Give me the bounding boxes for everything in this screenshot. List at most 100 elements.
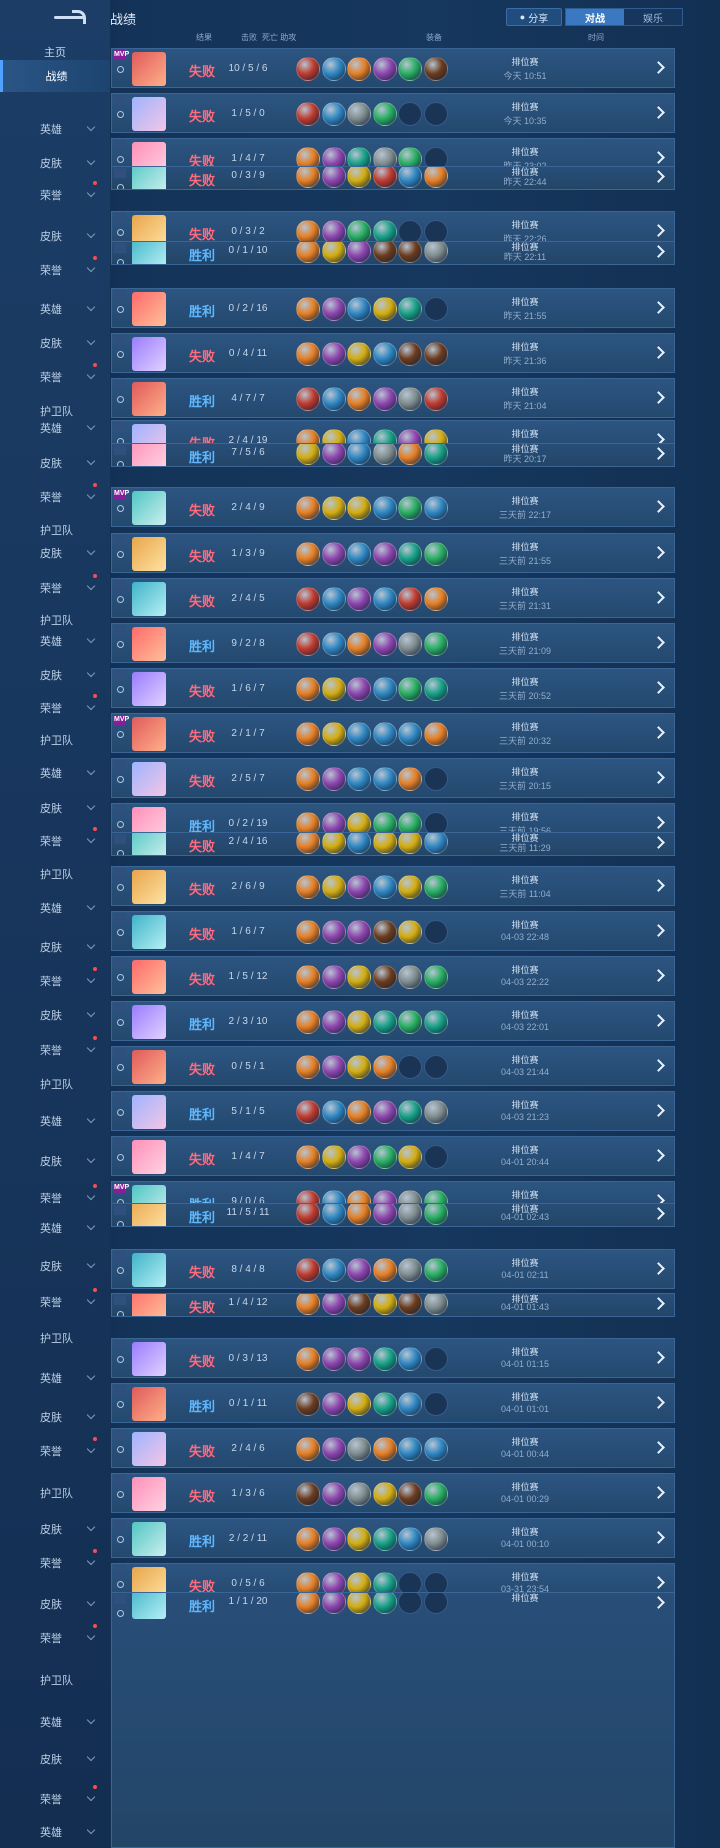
green-gem-icon[interactable]: [347, 1294, 371, 1315]
blue-boots-icon[interactable]: [296, 102, 320, 126]
gold-bell-icon[interactable]: [423, 722, 448, 746]
chevron-right-icon[interactable]: [652, 151, 665, 164]
blue-cape-icon[interactable]: [347, 297, 371, 321]
grey-helm-icon[interactable]: [372, 1593, 397, 1614]
bronze-shield-icon[interactable]: [398, 875, 422, 899]
search-icon[interactable]: [117, 641, 124, 648]
blue-cape-icon[interactable]: [347, 722, 371, 746]
match-row[interactable]: 失败 1 / 6 / 7 排位赛 三天前 20:52: [111, 668, 675, 708]
grey-helm-icon[interactable]: [372, 1527, 397, 1551]
search-icon[interactable]: [117, 396, 124, 403]
match-row[interactable]: 失败 0 / 4 / 11 排位赛 昨天 21:36: [111, 333, 675, 373]
purple-wand-icon[interactable]: [423, 1204, 448, 1225]
search-icon[interactable]: [117, 686, 124, 693]
dark-helm-icon[interactable]: [423, 965, 448, 989]
purple-spark-icon[interactable]: [321, 57, 346, 81]
blue-cape-icon[interactable]: [423, 833, 448, 854]
gold-staff-icon[interactable]: [372, 1294, 397, 1315]
chevron-right-icon[interactable]: [652, 836, 665, 849]
green-gem-icon[interactable]: [372, 965, 397, 989]
search-icon[interactable]: [117, 461, 124, 466]
violet-star-icon[interactable]: [398, 1258, 422, 1282]
gold-bell-icon[interactable]: [423, 167, 448, 188]
chevron-right-icon[interactable]: [652, 636, 665, 649]
match-row[interactable]: 胜利 4 / 7 / 7 排位赛 昨天 21:04: [111, 378, 675, 418]
chevron-right-icon[interactable]: [652, 500, 665, 513]
search-icon[interactable]: [117, 351, 124, 358]
purple-wand-icon[interactable]: [423, 1482, 448, 1506]
match-row[interactable]: MVP 失败 10 / 5 / 6 排位赛 今天 10:51: [111, 48, 675, 88]
red-blade-icon[interactable]: [347, 242, 371, 263]
silver-mask-icon[interactable]: [423, 1294, 448, 1315]
green-gem-icon[interactable]: [398, 1294, 422, 1315]
teal-boots-icon[interactable]: [321, 1482, 346, 1506]
red-blade-icon[interactable]: [347, 1258, 371, 1282]
gold-staff-icon[interactable]: [372, 833, 397, 854]
green-gem-icon[interactable]: [398, 342, 422, 366]
silver-mask-icon[interactable]: [347, 1482, 371, 1506]
ember-icon[interactable]: [296, 342, 320, 366]
red-blade-icon[interactable]: [321, 542, 346, 566]
green-gem-icon[interactable]: [423, 342, 448, 366]
violet-star-icon[interactable]: [398, 387, 422, 411]
dark-helm-icon[interactable]: [423, 542, 448, 566]
ember-icon[interactable]: [296, 767, 320, 791]
red-blade-icon[interactable]: [347, 1347, 371, 1371]
search-icon[interactable]: [117, 229, 124, 236]
red-gem-icon[interactable]: [398, 1437, 422, 1461]
ember-icon[interactable]: [296, 1055, 320, 1079]
green-book-icon[interactable]: [398, 587, 422, 611]
chevron-right-icon[interactable]: [652, 245, 665, 258]
blue-cape-icon[interactable]: [398, 167, 422, 188]
match-row[interactable]: 胜利 0 / 1 / 11 排位赛 04-01 01:01: [111, 1383, 675, 1423]
red-blade-icon[interactable]: [372, 1100, 397, 1124]
gold-bell-icon[interactable]: [398, 767, 422, 791]
purple-wand-icon[interactable]: [423, 1258, 448, 1282]
bronze-shield-icon[interactable]: [347, 496, 371, 520]
red-gem-icon[interactable]: [398, 1527, 422, 1551]
ember-icon[interactable]: [296, 1437, 320, 1461]
purple-spark-icon[interactable]: [321, 587, 346, 611]
blue-boots-icon[interactable]: [296, 587, 320, 611]
ember-icon[interactable]: [296, 297, 320, 321]
grey-helm-icon[interactable]: [372, 1347, 397, 1371]
bronze-shield-icon[interactable]: [398, 920, 422, 944]
blue-cape-icon[interactable]: [372, 496, 397, 520]
ember-icon[interactable]: [296, 542, 320, 566]
search-icon[interactable]: [117, 974, 124, 981]
match-row[interactable]: 胜利 0 / 2 / 16 排位赛 昨天 21:55: [111, 288, 675, 328]
purple-spark-icon[interactable]: [321, 102, 346, 126]
purple-wand-icon[interactable]: [398, 677, 422, 701]
chevron-right-icon[interactable]: [652, 1486, 665, 1499]
ember-icon[interactable]: [347, 1100, 371, 1124]
gold-staff-icon[interactable]: [321, 833, 346, 854]
blue-boots-icon[interactable]: [296, 632, 320, 656]
teal-boots-icon[interactable]: [321, 1527, 346, 1551]
ember-icon[interactable]: [347, 1204, 371, 1225]
match-row[interactable]: 失败 0 / 3 / 9 排位赛 昨天 22:44: [111, 166, 675, 190]
ember-icon[interactable]: [296, 242, 320, 263]
match-row[interactable]: 失败 1 / 3 / 9 排位赛 三天前 21:55: [111, 533, 675, 573]
dark-helm-icon[interactable]: [398, 496, 422, 520]
purple-wand-icon[interactable]: [423, 632, 448, 656]
search-icon[interactable]: [117, 1109, 124, 1116]
chevron-right-icon[interactable]: [652, 1149, 665, 1162]
ember-icon[interactable]: [296, 167, 320, 188]
purple-wand-icon[interactable]: [372, 102, 397, 126]
blue-cape-icon[interactable]: [372, 767, 397, 791]
red-gem-icon[interactable]: [423, 1437, 448, 1461]
chevron-right-icon[interactable]: [652, 771, 665, 784]
match-row[interactable]: 失败 1 / 4 / 12 排位赛 04-01 01:43: [111, 1293, 675, 1317]
blue-boots-icon[interactable]: [296, 1204, 320, 1225]
ember-icon[interactable]: [347, 632, 371, 656]
chevron-right-icon[interactable]: [652, 224, 665, 237]
match-row[interactable]: 失败 1 / 3 / 6 排位赛 04-01 00:29: [111, 1473, 675, 1513]
red-blade-icon[interactable]: [347, 875, 371, 899]
ember-icon[interactable]: [347, 387, 371, 411]
violet-star-icon[interactable]: [347, 102, 371, 126]
ember-icon[interactable]: [347, 57, 371, 81]
chevron-right-icon[interactable]: [652, 924, 665, 937]
brown-book-icon[interactable]: [423, 444, 448, 465]
match-row[interactable]: 胜利 2 / 2 / 11 排位赛 04-01 00:10: [111, 1518, 675, 1558]
gold-bell-icon[interactable]: [372, 1055, 397, 1079]
